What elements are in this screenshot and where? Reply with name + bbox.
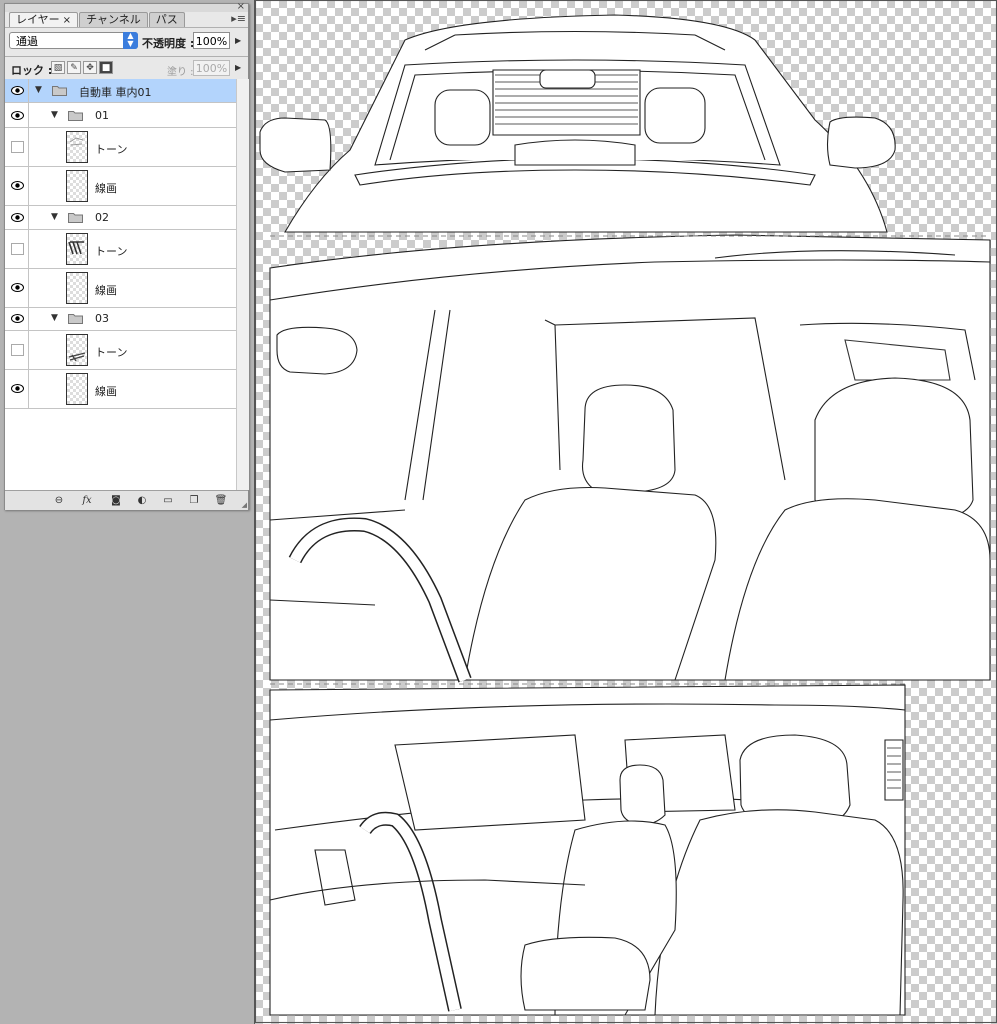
eye-icon[interactable]: [11, 181, 24, 190]
mask-icon[interactable]: ◙: [108, 494, 124, 507]
layer-row-group-main[interactable]: ▼ 自動車 車内01: [5, 79, 236, 103]
layer-name: 線画: [95, 182, 117, 195]
visibility-off-box[interactable]: [11, 141, 24, 153]
lineart-panel-driver-interior: [269, 684, 906, 1016]
layer-name: 02: [95, 211, 109, 224]
layer-row-group-01[interactable]: ▼ 01: [5, 103, 236, 128]
new-group-icon[interactable]: ▭: [160, 494, 176, 507]
expand-triangle-icon[interactable]: ▼: [51, 313, 58, 323]
folder-icon: [52, 86, 67, 96]
lock-label: ロック :: [11, 64, 53, 77]
opacity-slider-arrow-icon[interactable]: ▶: [235, 36, 241, 45]
resize-grip-icon[interactable]: ◢: [242, 501, 247, 509]
layer-thumbnail: [66, 334, 88, 366]
layer-row-tone-01[interactable]: トーン: [5, 128, 236, 167]
layer-list: ▼ 自動車 車内01 ▼ 01 トーン 線画 ▼ 02 トーン 線画 ▼ 03 …: [5, 79, 236, 490]
visibility-cell[interactable]: [5, 79, 29, 102]
lock-icons: ▧ ✎ ✥ ■: [51, 61, 115, 74]
eye-icon[interactable]: [11, 314, 24, 323]
layer-thumbnail: [66, 233, 88, 265]
layer-name: トーン: [95, 245, 128, 258]
visibility-cell[interactable]: [5, 167, 29, 205]
eye-icon[interactable]: [11, 384, 24, 393]
eye-icon[interactable]: [11, 111, 24, 120]
tab-channels[interactable]: チャンネル: [79, 12, 148, 27]
layer-name: トーン: [95, 143, 128, 156]
car-interior-lineart: [255, 0, 997, 1024]
lock-image-icon[interactable]: ✎: [67, 61, 81, 74]
eye-icon[interactable]: [11, 283, 24, 292]
visibility-off-box[interactable]: [11, 243, 24, 255]
blend-mode-value: 通過: [16, 35, 38, 48]
layer-name: 線画: [95, 284, 117, 297]
tab-channels-label: チャンネル: [86, 13, 141, 26]
folder-icon: [68, 111, 83, 121]
visibility-cell[interactable]: [5, 331, 29, 369]
layer-row-tone-02[interactable]: トーン: [5, 230, 236, 269]
lock-position-icon[interactable]: ✥: [83, 61, 97, 74]
folder-icon: [68, 314, 83, 324]
layer-thumbnail: [66, 272, 88, 304]
layer-name: トーン: [95, 346, 128, 359]
layer-name: 01: [95, 109, 109, 122]
visibility-cell[interactable]: [5, 370, 29, 408]
layer-thumbnail: [66, 170, 88, 202]
blend-mode-select[interactable]: 通過 ▲ ▼: [9, 32, 138, 49]
layer-thumbnail: [66, 373, 88, 405]
new-layer-icon[interactable]: ❐: [186, 494, 202, 507]
visibility-cell[interactable]: [5, 269, 29, 307]
opacity-label: 不透明度 :: [142, 37, 195, 50]
blend-opacity-row: 通過 ▲ ▼ 不透明度 : 100% ▶: [5, 27, 248, 56]
layer-name: 03: [95, 312, 109, 325]
layers-panel: × レイヤー × チャンネル パス ▸≡ 通過 ▲ ▼ 不透明度 : 100% ▶ …: [4, 2, 249, 510]
fx-icon[interactable]: fx: [79, 494, 95, 507]
adjustment-icon[interactable]: ◐: [134, 494, 150, 507]
tab-paths-label: パス: [155, 13, 178, 26]
panel-close-icon[interactable]: ×: [237, 2, 245, 12]
layer-name: 線画: [95, 385, 117, 398]
tab-layers-label: レイヤー: [16, 13, 60, 26]
layer-row-group-03[interactable]: ▼ 03: [5, 308, 236, 331]
layer-thumbnail: [66, 131, 88, 163]
panel-tabs: レイヤー × チャンネル パス: [9, 12, 186, 27]
visibility-cell[interactable]: [5, 230, 29, 268]
trash-icon[interactable]: 🗑: [213, 494, 229, 507]
layer-row-lineart-03[interactable]: 線画: [5, 370, 236, 409]
lineart-panel-side-interior: [269, 234, 991, 683]
link-icon[interactable]: ⊖: [51, 494, 67, 507]
lock-transparency-icon[interactable]: ▧: [51, 61, 65, 74]
visibility-cell[interactable]: [5, 128, 29, 166]
layer-name: 自動車 車内01: [79, 86, 152, 99]
expand-triangle-icon[interactable]: ▼: [35, 85, 42, 95]
folder-icon: [68, 213, 83, 223]
lock-fill-row: ロック : ▧ ✎ ✥ ■ 塗り : 100% ▶: [5, 56, 248, 80]
fill-slider-arrow-icon[interactable]: ▶: [235, 63, 241, 72]
fill-input[interactable]: 100%: [193, 60, 230, 76]
lineart-panel-front-view: [259, 14, 896, 233]
document-canvas[interactable]: [254, 0, 997, 1024]
panel-menu-icon[interactable]: ▸≡: [231, 13, 246, 24]
layer-row-group-02[interactable]: ▼ 02: [5, 206, 236, 230]
opacity-input[interactable]: 100%: [193, 32, 230, 49]
lock-all-icon[interactable]: ■: [99, 61, 113, 74]
tab-close-icon[interactable]: ×: [63, 15, 71, 26]
eye-icon[interactable]: [11, 86, 24, 95]
fill-label: 塗り :: [167, 67, 194, 78]
tab-layers[interactable]: レイヤー ×: [9, 12, 79, 27]
visibility-off-box[interactable]: [11, 344, 24, 356]
eye-icon[interactable]: [11, 213, 24, 222]
panel-titlebar[interactable]: ×: [5, 2, 248, 12]
layer-row-lineart-02[interactable]: 線画: [5, 269, 236, 308]
expand-triangle-icon[interactable]: ▼: [51, 110, 58, 120]
panel-bottom-toolbar: ⊖ fx ◙ ◐ ▭ ❐ 🗑 ◢: [5, 490, 248, 510]
layer-row-lineart-01[interactable]: 線画: [5, 167, 236, 206]
visibility-cell[interactable]: [5, 308, 29, 330]
layer-row-tone-03[interactable]: トーン: [5, 331, 236, 370]
blend-mode-stepper-icon[interactable]: ▲ ▼: [123, 32, 138, 49]
tab-paths[interactable]: パス: [148, 12, 185, 27]
expand-triangle-icon[interactable]: ▼: [51, 212, 58, 222]
layer-list-scrollbar[interactable]: [236, 79, 249, 490]
visibility-cell[interactable]: [5, 103, 29, 127]
visibility-cell[interactable]: [5, 206, 29, 229]
